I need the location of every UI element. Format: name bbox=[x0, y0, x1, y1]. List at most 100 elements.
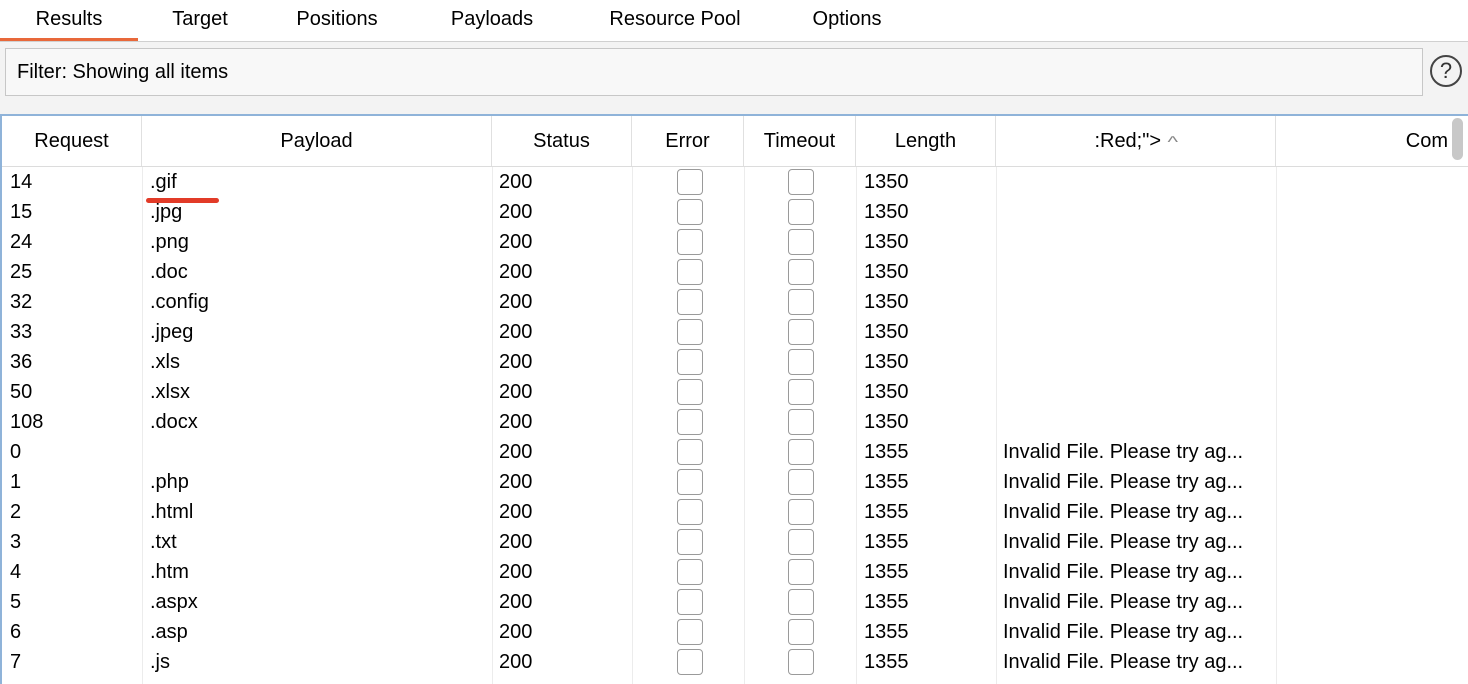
table-row[interactable]: 32 .config 200 1350 bbox=[2, 287, 1468, 317]
table-row[interactable]: 5 .aspx 200 1355 Invalid File. Please try ag… bbox=[2, 587, 1468, 617]
cell-length: 1350 bbox=[864, 351, 909, 373]
error-checkbox[interactable] bbox=[677, 229, 703, 255]
timeout-checkbox[interactable] bbox=[788, 439, 814, 465]
tab-resource-pool[interactable]: Resource Pool bbox=[590, 0, 760, 40]
timeout-checkbox[interactable] bbox=[788, 409, 814, 435]
error-checkbox[interactable] bbox=[677, 619, 703, 645]
cell-request: 36 bbox=[10, 351, 33, 373]
table-row[interactable]: 50 .xlsx 200 1350 bbox=[2, 377, 1468, 407]
table-row[interactable]: 7 .js 200 1355 Invalid File. Please try ag..… bbox=[2, 647, 1468, 677]
cell-status: 200 bbox=[499, 411, 533, 433]
table-row[interactable]: 33 .jpeg 200 1350 bbox=[2, 317, 1468, 347]
cell-length: 1355 bbox=[864, 501, 909, 523]
error-checkbox[interactable] bbox=[677, 349, 703, 375]
tab-payloads[interactable]: Payloads bbox=[430, 0, 554, 40]
cell-status: 200 bbox=[499, 501, 533, 523]
table-row[interactable]: 36 .xls 200 1350 bbox=[2, 347, 1468, 377]
tab-options[interactable]: Options bbox=[798, 0, 896, 40]
error-checkbox[interactable] bbox=[677, 589, 703, 615]
error-checkbox[interactable] bbox=[677, 169, 703, 195]
cell-length: 1355 bbox=[864, 531, 909, 553]
table-row[interactable]: 108 .docx 200 1350 bbox=[2, 407, 1468, 437]
table-row[interactable]: 24 .png 200 1350 bbox=[2, 227, 1468, 257]
cell-payload: .htm bbox=[150, 561, 189, 583]
timeout-checkbox[interactable] bbox=[788, 319, 814, 345]
cell-length: 1350 bbox=[864, 291, 909, 313]
column-header-error[interactable]: Error bbox=[632, 116, 744, 166]
cell-request: 7 bbox=[10, 651, 22, 673]
error-checkbox[interactable] bbox=[677, 409, 703, 435]
column-header-extract[interactable]: :Red;"> ^ bbox=[996, 116, 1276, 166]
error-checkbox[interactable] bbox=[677, 499, 703, 525]
timeout-checkbox[interactable] bbox=[788, 529, 814, 555]
cell-extract bbox=[1003, 347, 1273, 377]
timeout-checkbox[interactable] bbox=[788, 259, 814, 285]
cell-status: 200 bbox=[499, 201, 533, 223]
column-header-payload[interactable]: Payload bbox=[142, 116, 492, 166]
cell-extract: Invalid File. Please try ag... bbox=[1003, 471, 1244, 493]
table-row[interactable]: 0 200 1355 Invalid File. Please try ag... bbox=[2, 437, 1468, 467]
tab-positions[interactable]: Positions bbox=[282, 0, 392, 40]
table-row[interactable]: 14 .gif 200 1350 bbox=[2, 167, 1468, 197]
help-icon[interactable]: ? bbox=[1430, 55, 1462, 87]
scrollbar-thumb[interactable] bbox=[1452, 118, 1463, 160]
error-checkbox[interactable] bbox=[677, 379, 703, 405]
error-checkbox[interactable] bbox=[677, 319, 703, 345]
timeout-checkbox[interactable] bbox=[788, 619, 814, 645]
timeout-checkbox[interactable] bbox=[788, 499, 814, 525]
table-row[interactable]: 15 .jpg 200 1350 bbox=[2, 197, 1468, 227]
timeout-checkbox[interactable] bbox=[788, 379, 814, 405]
cell-request: 108 bbox=[10, 411, 44, 433]
cell-payload: .aspx bbox=[150, 591, 198, 613]
timeout-checkbox[interactable] bbox=[788, 649, 814, 675]
table-row[interactable]: 4 .htm 200 1355 Invalid File. Please try ag.… bbox=[2, 557, 1468, 587]
timeout-checkbox[interactable] bbox=[788, 559, 814, 585]
column-header-length[interactable]: Length bbox=[856, 116, 996, 166]
cell-request: 15 bbox=[10, 201, 33, 223]
cell-payload: .php bbox=[150, 471, 189, 493]
error-checkbox[interactable] bbox=[677, 649, 703, 675]
cell-payload: .gif bbox=[150, 171, 177, 193]
table-row[interactable]: 6 .asp 200 1355 Invalid File. Please try ag.… bbox=[2, 617, 1468, 647]
error-checkbox[interactable] bbox=[677, 199, 703, 225]
cell-length: 1350 bbox=[864, 201, 909, 223]
cell-length: 1355 bbox=[864, 471, 909, 493]
timeout-checkbox[interactable] bbox=[788, 469, 814, 495]
table-header: Request Payload Status Error Timeout Len… bbox=[2, 116, 1468, 167]
error-checkbox[interactable] bbox=[677, 259, 703, 285]
table-row[interactable]: 2 .html 200 1355 Invalid File. Please try ag… bbox=[2, 497, 1468, 527]
column-header-extract-label: :Red;"> bbox=[1094, 130, 1162, 152]
timeout-checkbox[interactable] bbox=[788, 169, 814, 195]
cell-length: 1350 bbox=[864, 261, 909, 283]
error-checkbox[interactable] bbox=[677, 469, 703, 495]
cell-payload: .jpeg bbox=[150, 321, 194, 343]
timeout-checkbox[interactable] bbox=[788, 289, 814, 315]
table-row[interactable]: 25 .doc 200 1350 bbox=[2, 257, 1468, 287]
timeout-checkbox[interactable] bbox=[788, 229, 814, 255]
cell-payload: .js bbox=[150, 651, 170, 673]
column-header-request[interactable]: Request bbox=[2, 116, 142, 166]
error-checkbox[interactable] bbox=[677, 289, 703, 315]
timeout-checkbox[interactable] bbox=[788, 199, 814, 225]
cell-status: 200 bbox=[499, 261, 533, 283]
cell-extract bbox=[1003, 287, 1273, 317]
column-header-timeout[interactable]: Timeout bbox=[744, 116, 856, 166]
cell-request: 4 bbox=[10, 561, 22, 583]
cell-payload: .xlsx bbox=[150, 381, 190, 403]
cell-request: 2 bbox=[10, 501, 22, 523]
column-header-comment[interactable]: Com bbox=[1276, 116, 1468, 166]
cell-status: 200 bbox=[499, 621, 533, 643]
tab-target[interactable]: Target bbox=[150, 0, 250, 40]
timeout-checkbox[interactable] bbox=[788, 589, 814, 615]
tab-results[interactable]: Results bbox=[0, 0, 138, 41]
error-checkbox[interactable] bbox=[677, 559, 703, 585]
cell-payload: .png bbox=[150, 231, 189, 253]
table-row[interactable]: 3 .txt 200 1355 Invalid File. Please try ag.… bbox=[2, 527, 1468, 557]
table-row[interactable]: 1 .php 200 1355 Invalid File. Please try ag.… bbox=[2, 467, 1468, 497]
error-checkbox[interactable] bbox=[677, 439, 703, 465]
error-checkbox[interactable] bbox=[677, 529, 703, 555]
cell-extract bbox=[1003, 227, 1273, 257]
filter-bar[interactable]: Filter: Showing all items bbox=[5, 48, 1423, 96]
timeout-checkbox[interactable] bbox=[788, 349, 814, 375]
column-header-status[interactable]: Status bbox=[492, 116, 632, 166]
